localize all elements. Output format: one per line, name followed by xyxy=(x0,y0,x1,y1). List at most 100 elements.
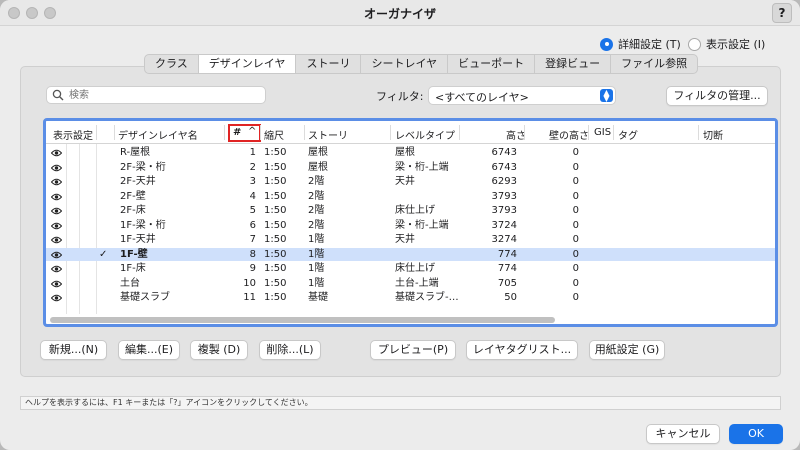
horizontal-scrollbar[interactable] xyxy=(50,317,555,323)
tab-stories[interactable]: ストーリ xyxy=(296,55,362,73)
layer-story: 1階 xyxy=(308,234,325,245)
col-visibility[interactable]: 表示設定 xyxy=(53,127,93,142)
col-height[interactable]: 高さ xyxy=(506,127,526,142)
col-tag[interactable]: タグ xyxy=(618,127,638,142)
layer-wall-height: 0 xyxy=(572,219,579,231)
status-bar: ヘルプを表示するには、F1 キーまたは「?」アイコンをクリックしてください。 xyxy=(20,396,781,410)
visibility-eye-icon[interactable] xyxy=(50,293,63,306)
visibility-eye-icon[interactable] xyxy=(50,279,63,292)
tab-sheet-layers[interactable]: シートレイヤ xyxy=(361,55,449,73)
layer-story: 基礎 xyxy=(308,292,328,303)
visibility-eye-icon[interactable] xyxy=(50,221,63,234)
edit-button[interactable]: 編集...(E) xyxy=(118,340,180,360)
layer-level-type: 床仕上げ xyxy=(395,263,435,274)
layer-number: 5 xyxy=(249,205,256,216)
col-gis[interactable]: GIS xyxy=(594,127,611,138)
layer-height: 6743 xyxy=(491,147,517,158)
table-row[interactable]: 2F-壁 4 1:50 2階 3793 0 xyxy=(46,190,775,203)
visibility-eye-icon[interactable] xyxy=(50,163,63,176)
layer-scale: 1:50 xyxy=(264,277,287,289)
tab-classes[interactable]: クラス xyxy=(145,55,199,73)
visibility-eye-icon[interactable] xyxy=(50,177,63,190)
tab-references[interactable]: ファイル参照 xyxy=(611,55,697,73)
new-button[interactable]: 新規...(N) xyxy=(40,340,107,360)
tab-saved-views[interactable]: 登録ビュー xyxy=(535,55,612,73)
layer-story: 屋根 xyxy=(308,147,328,158)
visibility-eye-icon[interactable] xyxy=(50,206,63,219)
filter-select[interactable]: <すべてのレイヤ> ▲ ▼ xyxy=(428,86,616,105)
layer-height: 3724 xyxy=(491,219,517,231)
layer-scale: 1:50 xyxy=(264,292,287,303)
visibility-eye-icon[interactable] xyxy=(50,235,63,248)
layer-level-type: 土台-上端 xyxy=(395,277,439,289)
layer-wall-height: 0 xyxy=(572,234,579,245)
layer-story: 1階 xyxy=(308,263,325,274)
layer-tag-list-button[interactable]: レイヤタグリスト... xyxy=(466,340,578,360)
layer-name: 基礎スラブ xyxy=(120,292,170,303)
visibility-eye-icon[interactable] xyxy=(50,148,63,161)
layer-scale: 1:50 xyxy=(264,161,287,173)
tab-viewports[interactable]: ビューポート xyxy=(448,55,536,73)
layer-number: 10 xyxy=(243,277,256,289)
detail-mode-radio[interactable]: 詳細設定 (T) xyxy=(600,36,681,52)
table-row[interactable]: 1F-天井 7 1:50 1階 天井 3274 0 xyxy=(46,233,775,246)
layer-story: 2階 xyxy=(308,205,325,216)
search-box[interactable] xyxy=(46,86,266,104)
layer-height: 3793 xyxy=(491,190,517,202)
table-row[interactable]: 基礎スラブ 11 1:50 基礎 基礎スラブ-… 50 0 xyxy=(46,291,775,304)
table-row[interactable]: 1F-床 9 1:50 1階 床仕上げ 774 0 xyxy=(46,262,775,275)
layer-level-type: 天井 xyxy=(395,176,415,187)
table-row[interactable]: R-屋根 1 1:50 屋根 屋根 6743 0 xyxy=(46,146,775,159)
help-button[interactable]: ? xyxy=(772,3,792,23)
preview-button[interactable]: プレビュー(P) xyxy=(370,340,456,360)
table-row[interactable]: 2F-梁・桁 2 1:50 屋根 梁・桁-上端 6743 0 xyxy=(46,161,775,174)
table-row[interactable]: 1F-梁・桁 6 1:50 2階 梁・桁-上端 3724 0 xyxy=(46,219,775,232)
delete-button[interactable]: 削除...(L) xyxy=(259,340,321,360)
tab-design-layers[interactable]: デザインレイヤ xyxy=(198,55,297,73)
visibility-eye-icon[interactable] xyxy=(50,264,63,277)
layer-height: 6743 xyxy=(491,161,517,173)
layer-scale: 1:50 xyxy=(264,263,287,274)
table-header: 表示設定 デザインレイヤ名 # ^ 縮尺 ストーリ レベルタイプ 高さ 壁の高さ… xyxy=(46,121,775,144)
col-wall-height[interactable]: 壁の高さ xyxy=(549,127,589,142)
layer-name: 2F-梁・桁 xyxy=(120,161,166,173)
simple-mode-radio[interactable]: 表示設定 (I) xyxy=(688,36,765,52)
organizer-window: オーガナイザ ? 詳細設定 (T) 表示設定 (I) クラス デザインレイヤ ス… xyxy=(0,0,800,450)
visibility-eye-icon[interactable] xyxy=(50,250,63,263)
layer-number: 9 xyxy=(249,263,256,274)
layer-number: 2 xyxy=(249,161,256,173)
col-name[interactable]: デザインレイヤ名 xyxy=(118,127,198,142)
cancel-button[interactable]: キャンセル xyxy=(646,424,720,444)
ok-button[interactable]: OK xyxy=(729,424,783,444)
sort-highlight xyxy=(228,124,261,142)
layer-scale: 1:50 xyxy=(264,248,287,260)
search-input[interactable] xyxy=(69,88,259,102)
layer-height: 774 xyxy=(497,248,517,260)
layer-height: 774 xyxy=(497,263,517,274)
table-row[interactable]: 土台 10 1:50 1階 土台-上端 705 0 xyxy=(46,277,775,290)
layer-story: 1階 xyxy=(308,277,325,289)
layer-story: 1階 xyxy=(308,248,325,260)
paper-setup-button[interactable]: 用紙設定 (G) xyxy=(589,340,665,360)
filter-value: <すべてのレイヤ> xyxy=(435,91,529,104)
layer-scale: 1:50 xyxy=(264,190,287,202)
layer-name: R-屋根 xyxy=(120,147,151,158)
col-story[interactable]: ストーリ xyxy=(308,127,348,142)
layer-name: 1F-天井 xyxy=(120,234,156,245)
table-row[interactable]: 2F-天井 3 1:50 2階 天井 6293 0 xyxy=(46,175,775,188)
search-icon xyxy=(52,89,64,101)
layer-story: 屋根 xyxy=(308,161,328,173)
col-level-type[interactable]: レベルタイプ xyxy=(395,127,455,142)
layer-number: 3 xyxy=(249,176,256,187)
table-row[interactable]: 2F-床 5 1:50 2階 床仕上げ 3793 0 xyxy=(46,204,775,217)
title-bar: オーガナイザ ? xyxy=(0,0,800,26)
col-scale[interactable]: 縮尺 xyxy=(264,127,284,142)
layer-level-type: 梁・桁-上端 xyxy=(395,219,449,231)
filter-label: フィルタ: xyxy=(376,90,424,103)
col-cut[interactable]: 切断 xyxy=(703,127,723,142)
visibility-eye-icon[interactable] xyxy=(50,192,63,205)
layer-scale: 1:50 xyxy=(264,176,287,187)
manage-filters-button[interactable]: フィルタの管理... xyxy=(666,86,768,106)
duplicate-button[interactable]: 複製 (D) xyxy=(190,340,248,360)
table-row[interactable]: ✓ 1F-壁 8 1:50 1階 774 0 xyxy=(46,247,775,263)
